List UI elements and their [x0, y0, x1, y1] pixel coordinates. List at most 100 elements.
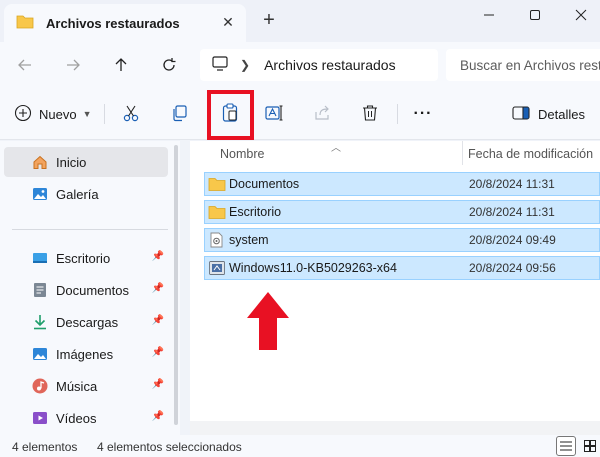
breadcrumb-location[interactable]: Archivos restaurados [264, 57, 396, 73]
desktop-icon [32, 250, 48, 266]
folder-icon [208, 176, 226, 192]
sidebar-item-label: Vídeos [56, 410, 97, 426]
column-header-date[interactable]: Fecha de modificación [468, 147, 593, 161]
column-divider[interactable] [462, 141, 463, 165]
search-input[interactable]: Buscar en Archivos restaurados [446, 49, 600, 81]
title-bar: Archivos restaurados ✕ + [0, 0, 600, 42]
toolbar-divider [104, 104, 105, 124]
music-icon [32, 378, 48, 394]
tab-title: Archivos restaurados [46, 15, 180, 31]
cut-button[interactable] [118, 100, 144, 128]
file-name: Windows11.0-KB5029263-x64 [229, 261, 397, 275]
file-row[interactable]: Documentos 20/8/2024 11:31 [204, 172, 600, 196]
documents-icon [32, 282, 48, 298]
close-tab-icon[interactable]: ✕ [220, 14, 236, 30]
details-pane-icon [512, 105, 530, 124]
scissors-icon [122, 104, 140, 125]
sidebar-divider [12, 229, 168, 230]
more-options-button[interactable]: ··· [410, 100, 436, 128]
details-view-icon[interactable] [556, 436, 576, 456]
refresh-icon[interactable] [154, 50, 184, 80]
sidebar-item-videos[interactable]: Vídeos 📌 [4, 403, 168, 433]
sidebar-item-musica[interactable]: Música 📌 [4, 371, 168, 401]
pin-icon[interactable]: 📌 [152, 411, 164, 422]
pin-icon[interactable]: 📌 [152, 379, 164, 390]
selected-count: 4 elementos seleccionados [97, 440, 242, 454]
tiles-view-icon[interactable] [580, 436, 600, 456]
details-button[interactable]: Detalles [512, 100, 585, 128]
pictures-icon [32, 346, 48, 362]
address-bar[interactable]: ❯ Archivos restaurados [200, 49, 438, 81]
up-arrow-icon[interactable] [106, 50, 136, 80]
copy-icon [170, 104, 188, 125]
sidebar-item-label: Imágenes [56, 346, 114, 362]
downloads-icon [32, 314, 48, 330]
pin-icon[interactable]: 📌 [152, 283, 164, 294]
file-row[interactable]: Escritorio 20/8/2024 11:31 [204, 200, 600, 224]
sidebar-item-label: Inicio [56, 154, 87, 170]
trash-icon [361, 104, 379, 125]
navigation-pane: Inicio Galería Escritorio 📌 Documentos 📌… [0, 141, 180, 435]
maximize-icon[interactable] [512, 0, 558, 30]
file-list: Nombre ︿ Fecha de modificación Documento… [190, 141, 600, 435]
pin-icon[interactable]: 📌 [152, 315, 164, 326]
gallery-icon [32, 186, 48, 202]
folder-icon [208, 204, 226, 220]
this-pc-icon [212, 56, 228, 74]
rename-icon [265, 104, 285, 125]
file-name: Escritorio [229, 205, 282, 219]
sidebar-item-inicio[interactable]: Inicio [4, 147, 168, 177]
command-bar: Nuevo ▼ ··· Detalles [0, 88, 600, 140]
share-button[interactable] [310, 100, 336, 128]
tab-archivos-restaurados[interactable]: Archivos restaurados ✕ [4, 4, 246, 42]
status-bar: 4 elementos 4 elementos seleccionados [0, 435, 600, 457]
new-button[interactable]: Nuevo ▼ [14, 100, 92, 128]
chevron-down-icon: ▼ [82, 109, 92, 119]
item-count: 4 elementos [12, 440, 78, 454]
file-date: 20/8/2024 11:31 [469, 205, 555, 219]
close-window-icon[interactable] [558, 0, 600, 30]
navigation-bar: ❯ Archivos restaurados Buscar en Archivo… [0, 42, 600, 88]
back-arrow-icon[interactable] [10, 50, 40, 80]
pin-icon[interactable]: 📌 [152, 251, 164, 262]
red-arrow-up-icon [247, 292, 289, 350]
file-name: Documentos [229, 177, 300, 191]
system-file-icon [208, 232, 226, 248]
sidebar-item-descargas[interactable]: Descargas 📌 [4, 307, 168, 337]
share-icon [314, 104, 332, 125]
file-row[interactable]: Windows11.0-KB5029263-x64 20/8/2024 09:5… [204, 256, 600, 280]
sidebar-item-escritorio[interactable]: Escritorio 📌 [4, 243, 168, 273]
details-label: Detalles [538, 106, 585, 122]
folder-icon [16, 14, 34, 32]
forward-arrow-icon[interactable] [58, 50, 88, 80]
file-date: 20/8/2024 09:49 [469, 233, 556, 247]
copy-button[interactable] [166, 100, 192, 128]
sidebar-scrollbar[interactable] [174, 145, 178, 425]
minimize-icon[interactable] [466, 0, 512, 30]
file-date: 20/8/2024 09:56 [469, 261, 556, 275]
horizontal-scrollbar[interactable] [190, 421, 600, 435]
rename-button[interactable] [262, 100, 288, 128]
sidebar-item-label: Galería [56, 186, 99, 202]
column-headers: Nombre ︿ Fecha de modificación [190, 141, 600, 167]
home-icon [32, 154, 48, 170]
toolbar-divider [397, 104, 398, 124]
pin-icon[interactable]: 📌 [152, 347, 164, 358]
sidebar-item-galeria[interactable]: Galería [4, 179, 168, 209]
update-package-icon [208, 260, 226, 276]
sidebar-item-label: Documentos [56, 282, 129, 298]
sidebar-item-label: Música [56, 378, 98, 394]
column-header-name[interactable]: Nombre [220, 147, 264, 161]
delete-button[interactable] [357, 100, 383, 128]
sidebar-item-label: Descargas [56, 314, 119, 330]
chevron-right-icon: ❯ [240, 58, 251, 72]
file-date: 20/8/2024 11:31 [469, 177, 555, 191]
plus-circle-icon [14, 104, 32, 125]
new-button-label: Nuevo [39, 106, 77, 122]
sidebar-item-documentos[interactable]: Documentos 📌 [4, 275, 168, 305]
sidebar-item-imagenes[interactable]: Imágenes 📌 [4, 339, 168, 369]
file-row[interactable]: system 20/8/2024 09:49 [204, 228, 600, 252]
sidebar-item-label: Escritorio [56, 250, 111, 266]
new-tab-button[interactable]: + [258, 10, 280, 32]
videos-icon [32, 410, 48, 426]
